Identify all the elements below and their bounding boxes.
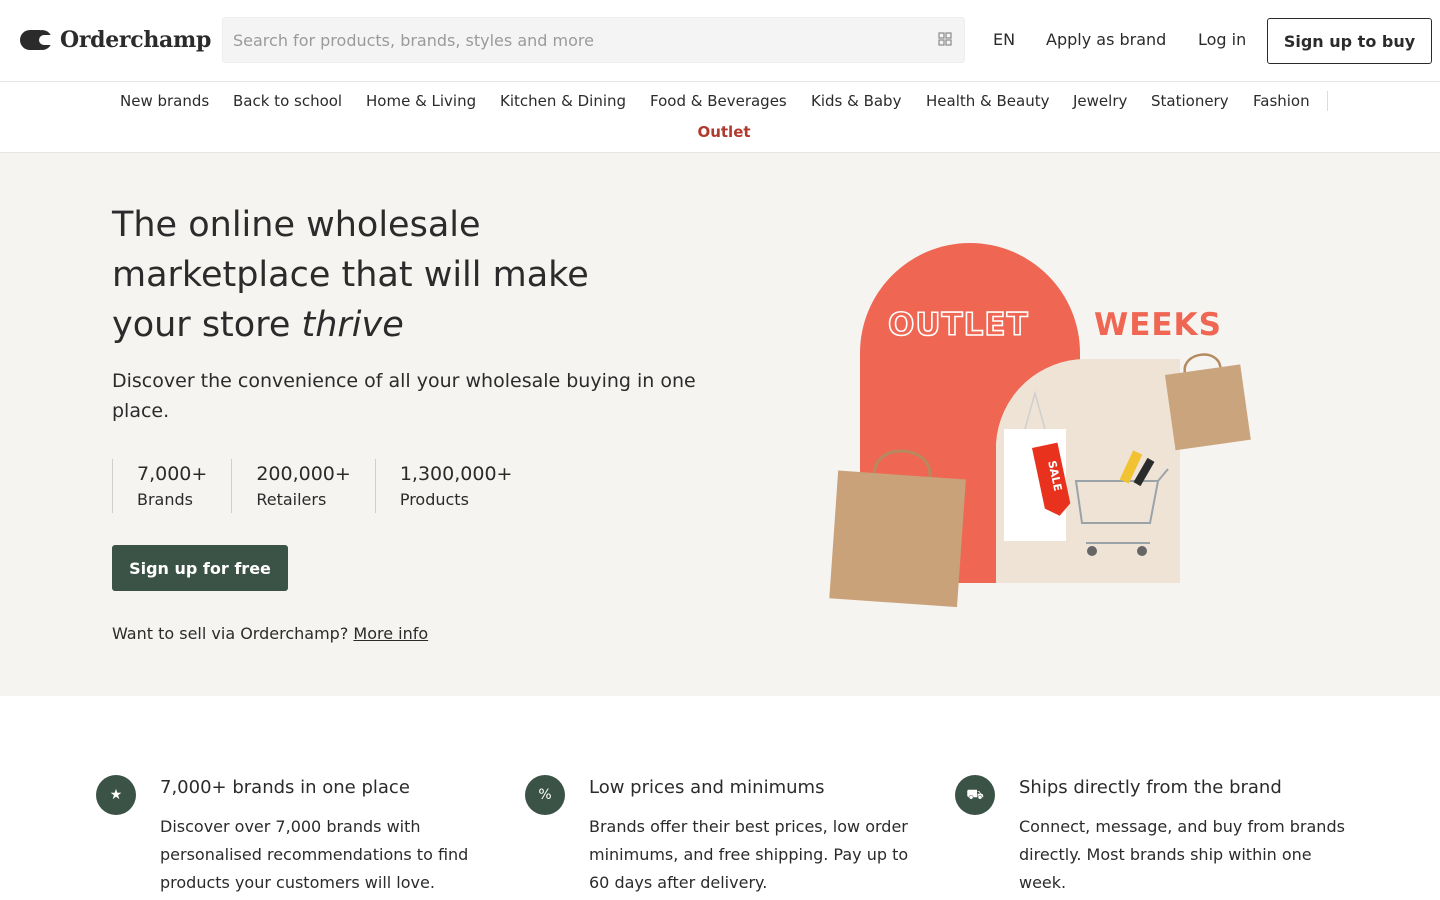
hero-title: The online wholesale marketplace that wi… — [112, 200, 712, 350]
nav-divider — [1327, 91, 1328, 111]
hero-section: The online wholesale marketplace that wi… — [0, 153, 1440, 696]
search-bar — [222, 17, 965, 63]
logo-mark-icon — [20, 30, 52, 50]
stat-products: 1,300,000+ Products — [374, 459, 537, 513]
feature-title: Ships directly from the brand — [1019, 777, 1282, 798]
sign-up-to-buy-button[interactable]: Sign up to buy — [1267, 18, 1432, 64]
star-icon: ★ — [96, 775, 136, 815]
promo-word-weeks: WEEKS — [1094, 307, 1222, 343]
category-outlet[interactable]: Outlet — [0, 123, 1440, 141]
barcode-scan-icon[interactable] — [938, 32, 952, 46]
category-back-to-school[interactable]: Back to school — [233, 92, 342, 110]
more-info-link[interactable]: More info — [353, 624, 428, 643]
stats-row: 7,000+ Brands 200,000+ Retailers 1,300,0… — [112, 459, 536, 513]
sell-question: Want to sell via Orderchamp? — [112, 624, 349, 643]
hero-title-emphasis: thrive — [301, 305, 404, 345]
stat-value: 7,000+ — [137, 463, 208, 485]
truck-icon: ⛟ — [955, 775, 995, 815]
apply-as-brand-link[interactable]: Apply as brand — [1046, 30, 1166, 49]
stat-label: Brands — [137, 490, 193, 509]
feature-text: Brands offer their best prices, low orde… — [589, 817, 909, 892]
category-jewelry[interactable]: Jewelry — [1073, 92, 1127, 110]
tag-icon: % — [525, 775, 565, 815]
category-health-beauty[interactable]: Health & Beauty — [926, 92, 1049, 110]
hero-subtitle: Discover the convenience of all your who… — [112, 370, 696, 422]
category-kids-baby[interactable]: Kids & Baby — [811, 92, 901, 110]
stat-brands: 7,000+ Brands — [112, 459, 231, 513]
logo-text: Orderchamp — [60, 27, 212, 53]
orderchamp-logo[interactable]: Orderchamp — [20, 24, 211, 56]
stat-label: Retailers — [256, 490, 327, 509]
category-nav: New brands Back to school Home & Living … — [0, 82, 1440, 153]
sign-up-for-free-button[interactable]: Sign up for free — [112, 545, 288, 591]
hero-title-line-1: The online wholesale — [112, 205, 481, 245]
category-stationery[interactable]: Stationery — [1151, 92, 1229, 110]
promo-word-outlet: OUTLET — [888, 307, 1029, 343]
category-new-brands[interactable]: New brands — [120, 92, 209, 110]
feature-title: Low prices and minimums — [589, 777, 825, 798]
sell-via-text: Want to sell via Orderchamp? More info — [112, 624, 428, 643]
site-header: Orderchamp EN Apply as brand Log in Sign… — [0, 0, 1440, 82]
feature-text: Discover over 7,000 brands with personal… — [160, 817, 469, 892]
hero-title-line-3: your store — [112, 305, 302, 345]
stat-value: 200,000+ — [256, 463, 351, 485]
stat-value: 1,300,000+ — [399, 463, 513, 485]
category-food-beverages[interactable]: Food & Beverages — [650, 92, 787, 110]
hero-title-line-2: marketplace that will make — [112, 255, 589, 295]
outlet-weeks-promo-image: SALE OUTLET WEEKS — [829, 243, 1251, 608]
category-kitchen-dining[interactable]: Kitchen & Dining — [500, 92, 626, 110]
stat-label: Products — [399, 490, 469, 509]
stat-retailers: 200,000+ Retailers — [231, 459, 375, 513]
category-home-living[interactable]: Home & Living — [366, 92, 476, 110]
category-fashion[interactable]: Fashion — [1253, 92, 1310, 110]
feature-title: 7,000+ brands in one place — [160, 777, 410, 798]
language-selector[interactable]: EN — [993, 30, 1015, 49]
login-link[interactable]: Log in — [1198, 30, 1246, 49]
features-section: ★ 7,000+ brands in one place Discover ov… — [0, 696, 1440, 900]
search-input[interactable] — [223, 18, 923, 62]
feature-text: Connect, message, and buy from brands di… — [1019, 817, 1345, 892]
